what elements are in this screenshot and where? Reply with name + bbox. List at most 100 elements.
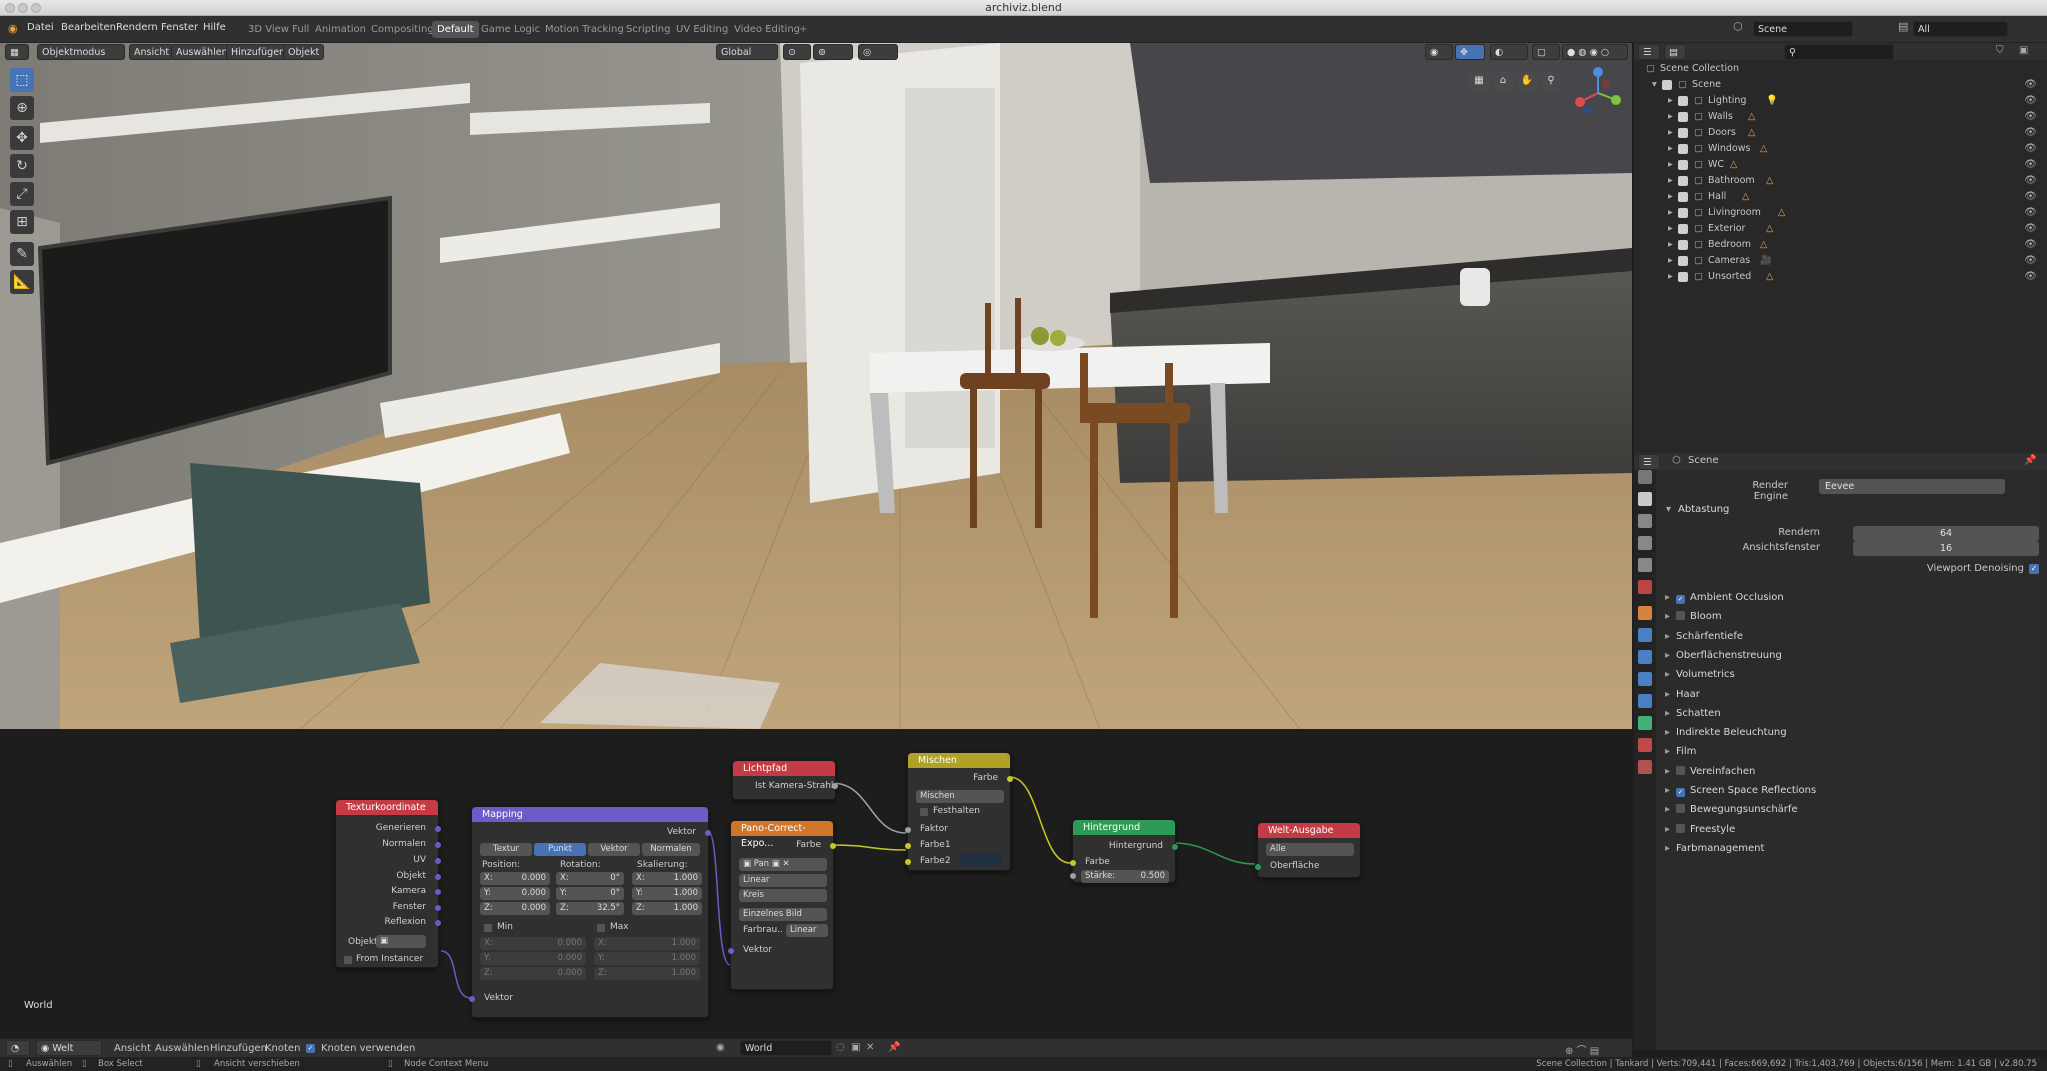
expand-icon[interactable]: ▸	[1665, 592, 1670, 603]
world-tab-icon[interactable]	[1638, 580, 1652, 594]
output-tab-icon[interactable]	[1638, 514, 1652, 528]
menu-edit[interactable]: Bearbeiten	[61, 22, 116, 33]
panel-checkbox[interactable]: ✓	[1676, 595, 1686, 604]
expand-icon[interactable]: ▸	[1668, 173, 1673, 189]
expand-icon[interactable]: ▸	[1668, 189, 1673, 205]
panel-volumetrics[interactable]: ▸ Volumetrics	[1665, 667, 1735, 683]
rotate-tool-icon[interactable]: ↻	[10, 154, 34, 178]
pivot-icon[interactable]: ⊙	[783, 44, 811, 60]
mesh-data-icon[interactable]: △	[1766, 221, 1773, 237]
panel-ambient-occlusion[interactable]: ▸ ✓ Ambient Occlusion	[1665, 590, 1784, 606]
input-socket[interactable]	[905, 827, 911, 833]
snap-icon[interactable]: ⊚	[813, 44, 853, 60]
node-header[interactable]: Mischen	[908, 753, 1010, 768]
modifier-tab-icon[interactable]	[1638, 628, 1652, 642]
object-menu[interactable]: Objekt	[283, 44, 325, 60]
material-tab-icon[interactable]	[1638, 738, 1652, 752]
tab-game-logic[interactable]: Game Logic	[476, 21, 545, 38]
min-y-field[interactable]: Y: 0.000	[480, 952, 586, 965]
eye-icon[interactable]: 👁	[2024, 157, 2037, 173]
collapse-icon[interactable]: ▾	[1666, 504, 1671, 515]
node-header[interactable]: Mapping	[472, 807, 708, 822]
panel-haar[interactable]: ▸ Haar	[1665, 687, 1700, 703]
menu-help[interactable]: Hilfe	[203, 22, 226, 33]
xray-icon[interactable]: ▢	[1532, 44, 1560, 60]
tab-compositing[interactable]: Compositing	[366, 21, 439, 38]
input-socket[interactable]	[1070, 873, 1076, 879]
eye-icon[interactable]: 👁	[2024, 189, 2037, 205]
min-x-field[interactable]: X: 0.000	[480, 937, 586, 950]
expand-icon[interactable]: ▸	[1668, 221, 1673, 237]
output-socket[interactable]	[832, 783, 838, 789]
rotation-y-field[interactable]: Y: 0°	[556, 887, 624, 900]
grid-toggle-icon[interactable]: ▦	[1468, 70, 1490, 92]
node-header[interactable]: Lichtpfad	[733, 761, 835, 776]
outliner-item-windows[interactable]: ▸ ▢ Windows △ 👁	[1634, 141, 2047, 157]
checkbox-icon[interactable]	[1678, 128, 1688, 138]
output-socket[interactable]	[435, 842, 441, 848]
expand-icon[interactable]: ▸	[1665, 689, 1670, 700]
node-image-texture[interactable]: Pano-Correct-Expo... Farbe ▣ Pan ▣ ✕ Lin…	[728, 820, 836, 990]
output-socket[interactable]	[435, 905, 441, 911]
outliner-item-exterior[interactable]: ▸ ▢ Exterior △ 👁	[1634, 221, 2047, 237]
new-collection-icon[interactable]: ▣	[2019, 45, 2028, 56]
eye-icon[interactable]: 👁	[2024, 205, 2037, 221]
view-layer-selector[interactable]: All	[1913, 21, 2008, 37]
outliner-item-wc[interactable]: ▸ ▢ WC △ 👁	[1634, 157, 2047, 173]
panel-checkbox[interactable]: ✓	[1676, 788, 1686, 797]
expand-icon[interactable]: ▸	[1665, 611, 1670, 622]
expand-icon[interactable]: ▸	[1665, 669, 1670, 680]
output-socket[interactable]	[705, 830, 711, 836]
rotation-x-field[interactable]: X: 0°	[556, 872, 624, 885]
outliner-item-walls[interactable]: ▸ ▢ Walls △ 👁	[1634, 109, 2047, 125]
expand-icon[interactable]: ▸	[1665, 766, 1670, 777]
gizmo-icon[interactable]: ✥	[1455, 44, 1485, 60]
view-layer-tab-icon[interactable]	[1638, 536, 1652, 550]
expand-icon[interactable]: ▸	[1668, 109, 1673, 125]
constraints-tab-icon[interactable]	[1638, 694, 1652, 708]
mesh-data-icon[interactable]: △	[1766, 269, 1773, 285]
pin-icon[interactable]: 📌	[2024, 455, 2036, 466]
outliner-item-bedroom[interactable]: ▸ ▢ Bedroom △ 👁	[1634, 237, 2047, 253]
duplicate-icon[interactable]: ▣	[851, 1042, 860, 1053]
camera-view-icon[interactable]: ⌂	[1492, 70, 1514, 92]
add-menu[interactable]: Hinzufügen	[226, 44, 291, 60]
eye-icon[interactable]: 👁	[2024, 125, 2037, 141]
mesh-data-icon[interactable]: 💡	[1766, 93, 1778, 109]
expand-icon[interactable]: ▸	[1668, 253, 1673, 269]
panel-screen-space-reflections[interactable]: ▸ ✓ Screen Space Reflections	[1665, 783, 1816, 799]
blender-logo-icon[interactable]: ◉	[8, 22, 18, 35]
scene-tab-icon[interactable]	[1638, 558, 1652, 572]
shading-modes-icon[interactable]: ● ◍ ◉ ○	[1562, 44, 1628, 60]
output-socket[interactable]	[1007, 776, 1013, 782]
menu-render[interactable]: Rendern	[116, 22, 158, 33]
transform-orientation[interactable]: Global	[716, 44, 778, 60]
axis-gizmo[interactable]	[1568, 66, 1628, 120]
data-tab-icon[interactable]	[1638, 716, 1652, 730]
mesh-data-icon[interactable]: △	[1760, 141, 1767, 157]
eye-icon[interactable]: 👁	[2024, 173, 2037, 189]
tab-point[interactable]: Punkt	[534, 843, 586, 856]
output-socket[interactable]	[435, 874, 441, 880]
blend-mode-dropdown[interactable]: Mischen	[916, 790, 1004, 803]
expand-icon[interactable]: ▸	[1665, 650, 1670, 661]
checkbox-icon[interactable]	[1678, 112, 1688, 122]
expand-icon[interactable]: ▸	[1668, 157, 1673, 173]
render-engine-dropdown[interactable]: Eevee	[1819, 479, 2005, 494]
output-socket[interactable]	[435, 920, 441, 926]
outliner-scene[interactable]: ▾ ▢ Scene 👁	[1634, 77, 2047, 93]
tab-normal[interactable]: Normalen	[642, 843, 700, 856]
view-menu[interactable]: Ansicht	[129, 44, 175, 60]
tab-texture[interactable]: Textur	[480, 843, 532, 856]
max-x-field[interactable]: X: 1.000	[594, 937, 700, 950]
use-nodes-checkbox[interactable]: ✓	[306, 1044, 315, 1053]
scene-selector[interactable]: Scene	[1753, 21, 1853, 37]
max-z-field[interactable]: Z: 1.000	[594, 967, 700, 980]
outliner-item-hall[interactable]: ▸ ▢ Hall △ 👁	[1634, 189, 2047, 205]
expand-icon[interactable]: ▸	[1668, 269, 1673, 285]
tab-motion-tracking[interactable]: Motion Tracking	[540, 21, 629, 38]
min-z-field[interactable]: Z: 0.000	[480, 967, 586, 980]
expand-icon[interactable]: ▸	[1665, 804, 1670, 815]
annotate-tool-icon[interactable]: ✎	[10, 242, 34, 266]
input-socket[interactable]	[1255, 864, 1261, 870]
